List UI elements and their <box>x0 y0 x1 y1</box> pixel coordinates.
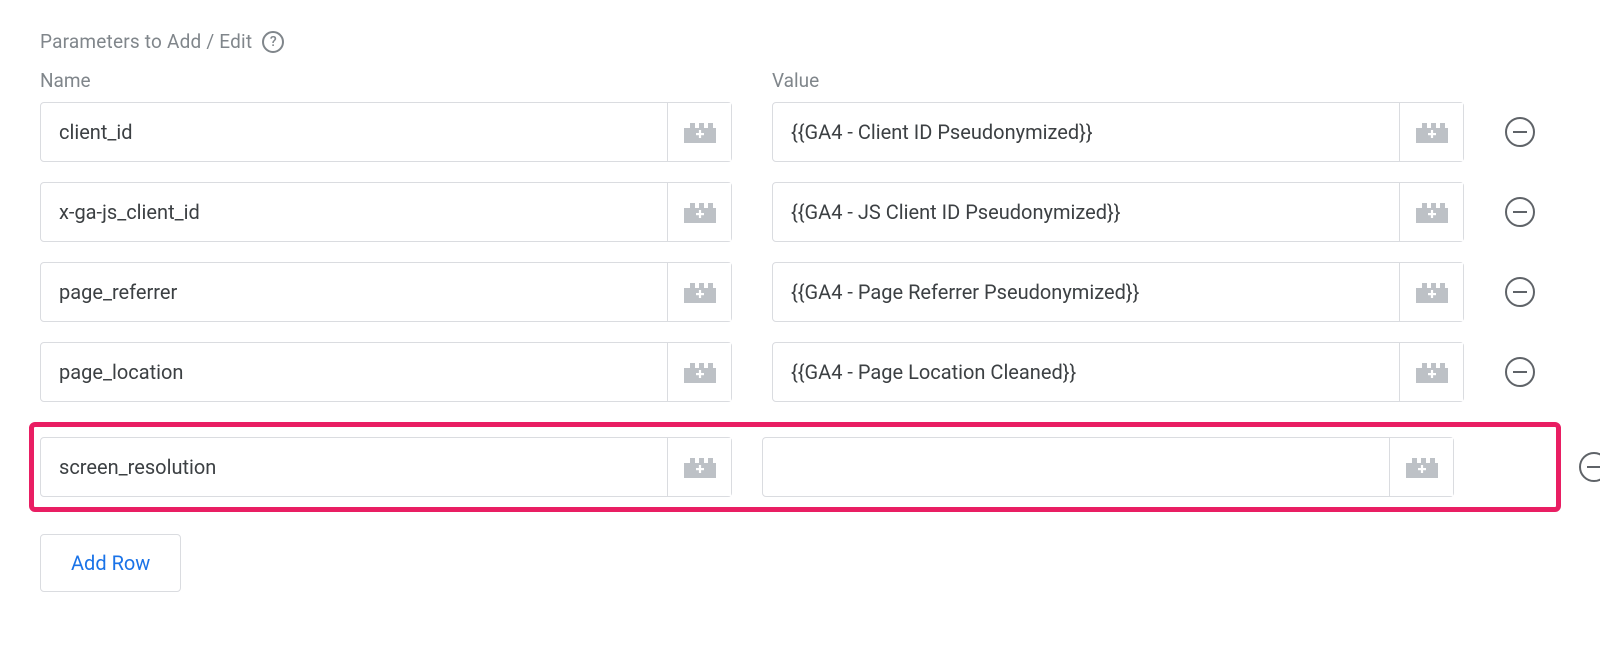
value-input[interactable] <box>763 438 1389 496</box>
remove-row-button[interactable] <box>1505 197 1535 227</box>
name-input[interactable] <box>41 183 667 241</box>
name-field <box>40 102 732 162</box>
column-headers: Name Value <box>40 69 1560 92</box>
name-input[interactable] <box>41 263 667 321</box>
remove-button-wrap <box>1578 452 1600 482</box>
insert-variable-button[interactable] <box>1389 438 1453 496</box>
brick-plus-icon <box>683 120 717 144</box>
insert-variable-button[interactable] <box>667 183 731 241</box>
parameter-row <box>40 262 1560 322</box>
value-field <box>772 262 1464 322</box>
name-field <box>40 437 732 497</box>
column-header-value: Value <box>772 69 1464 92</box>
brick-plus-icon <box>1415 200 1449 224</box>
name-field <box>40 182 732 242</box>
brick-plus-icon <box>1415 280 1449 304</box>
value-input[interactable] <box>773 183 1399 241</box>
insert-variable-button[interactable] <box>1399 103 1463 161</box>
brick-plus-icon <box>683 455 717 479</box>
remove-row-button[interactable] <box>1505 277 1535 307</box>
add-row-button[interactable]: Add Row <box>40 534 181 592</box>
insert-variable-button[interactable] <box>1399 263 1463 321</box>
insert-variable-button[interactable] <box>667 343 731 401</box>
brick-plus-icon <box>1415 120 1449 144</box>
insert-variable-button[interactable] <box>667 103 731 161</box>
parameter-row <box>40 342 1560 402</box>
remove-row-button[interactable] <box>1505 117 1535 147</box>
remove-row-button[interactable] <box>1579 452 1600 482</box>
parameter-row <box>40 182 1560 242</box>
remove-button-wrap <box>1504 117 1536 147</box>
value-field <box>772 182 1464 242</box>
section-title: Parameters to Add / Edit <box>40 30 252 53</box>
value-input[interactable] <box>773 343 1399 401</box>
brick-plus-icon <box>1415 360 1449 384</box>
value-field <box>762 437 1454 497</box>
name-input[interactable] <box>41 103 667 161</box>
name-field <box>40 342 732 402</box>
insert-variable-button[interactable] <box>1399 343 1463 401</box>
name-input[interactable] <box>41 438 667 496</box>
name-input[interactable] <box>41 343 667 401</box>
insert-variable-button[interactable] <box>667 263 731 321</box>
remove-button-wrap <box>1504 197 1536 227</box>
help-icon[interactable]: ? <box>262 31 284 53</box>
brick-plus-icon <box>683 360 717 384</box>
value-input[interactable] <box>773 103 1399 161</box>
value-field <box>772 102 1464 162</box>
insert-variable-button[interactable] <box>1399 183 1463 241</box>
brick-plus-icon <box>683 200 717 224</box>
brick-plus-icon <box>683 280 717 304</box>
parameter-row <box>40 102 1560 162</box>
remove-row-button[interactable] <box>1505 357 1535 387</box>
value-field <box>772 342 1464 402</box>
remove-button-wrap <box>1504 277 1536 307</box>
rows-container <box>40 102 1560 512</box>
section-header: Parameters to Add / Edit ? <box>40 30 1560 53</box>
value-input[interactable] <box>773 263 1399 321</box>
remove-button-wrap <box>1504 357 1536 387</box>
parameter-row <box>29 422 1561 512</box>
column-header-name: Name <box>40 69 732 92</box>
name-field <box>40 262 732 322</box>
insert-variable-button[interactable] <box>667 438 731 496</box>
brick-plus-icon <box>1405 455 1439 479</box>
